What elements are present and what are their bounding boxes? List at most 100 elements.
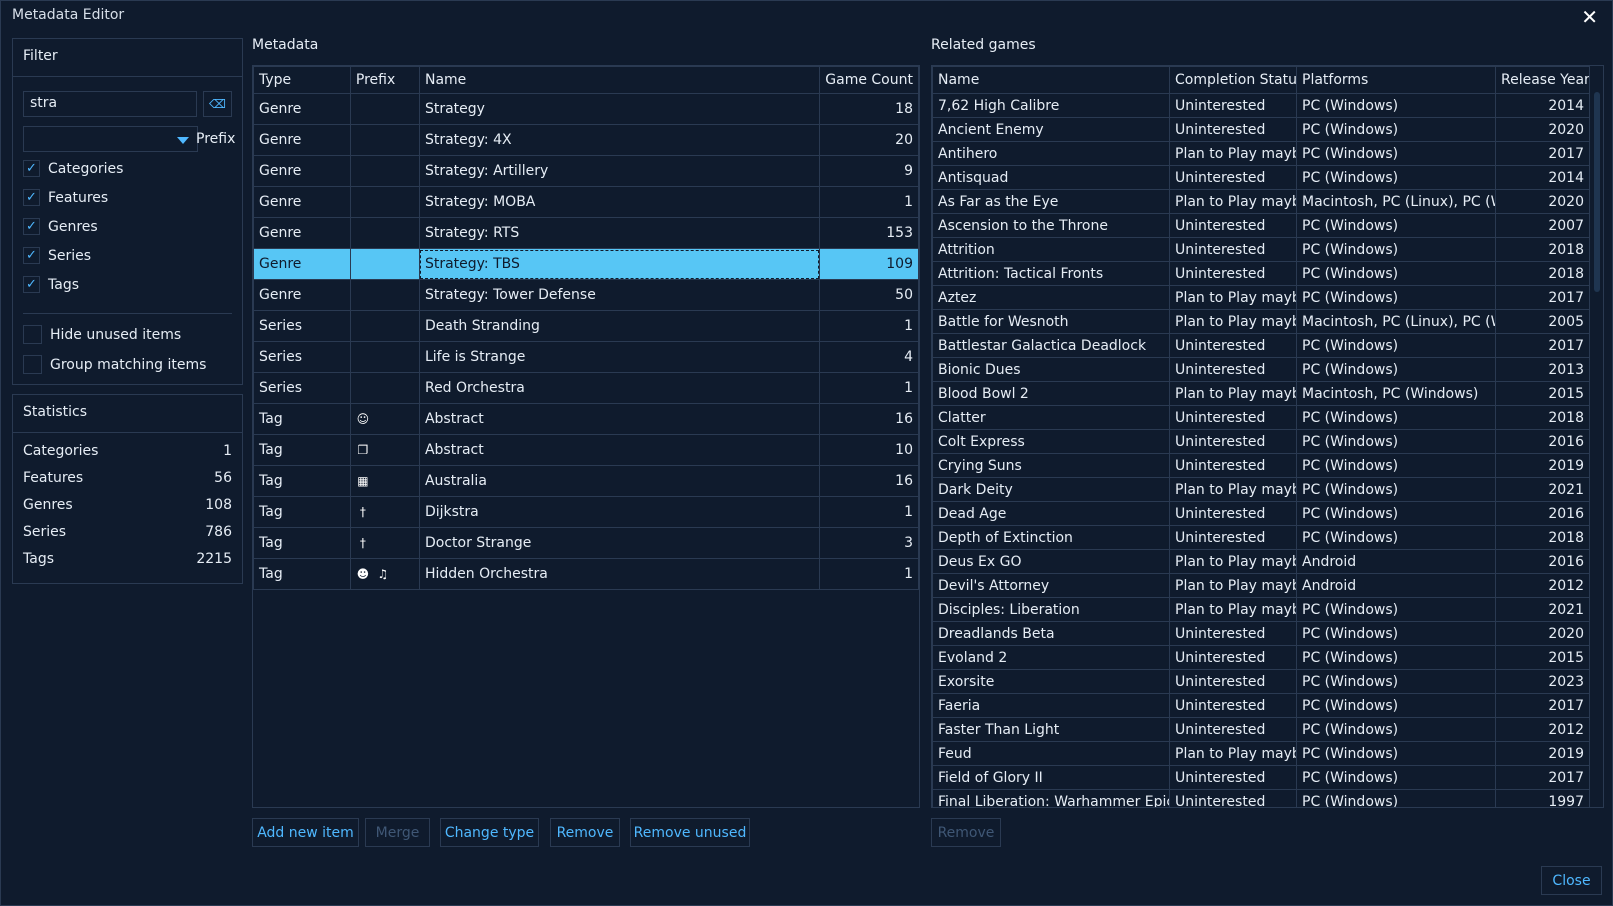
- metadata-row[interactable]: Genre Strategy: Tower Defense 50: [253, 279, 919, 311]
- cell-release-year: 2017: [1495, 333, 1590, 358]
- cell-name: Life is Strange: [418, 341, 821, 373]
- add-new-item-button[interactable]: Add new item: [252, 818, 359, 847]
- column-header-name[interactable]: Name: [932, 66, 1170, 94]
- metadata-row[interactable]: Genre Strategy: MOBA 1: [253, 186, 919, 218]
- related-header-row: Name Completion Status Platforms Release…: [932, 66, 1590, 94]
- column-header-completion-status[interactable]: Completion Status: [1169, 66, 1297, 94]
- checkbox-box: [23, 355, 42, 374]
- cell-release-year: 2017: [1495, 765, 1590, 790]
- cell-type: Tag: [253, 465, 351, 497]
- related-game-row[interactable]: Ascension to the Throne Uninterested PC (W…: [932, 213, 1590, 238]
- related-game-row[interactable]: Crying Suns Uninterested PC (Windows) 2019: [932, 453, 1590, 478]
- related-game-row[interactable]: Ancient Enemy Uninterested PC (Windows) 202…: [932, 117, 1590, 142]
- column-header-platforms[interactable]: Platforms: [1296, 66, 1496, 94]
- related-game-row[interactable]: Dark Deity Plan to Play maybe PC (Windows)…: [932, 477, 1590, 502]
- metadata-row[interactable]: Series Death Stranding 1: [253, 310, 919, 342]
- remove-related-button[interactable]: Remove: [931, 818, 1001, 847]
- related-game-row[interactable]: Antisquad Uninterested PC (Windows) 2014: [932, 165, 1590, 190]
- column-header-game-count[interactable]: Game Count: [819, 66, 919, 94]
- related-game-row[interactable]: Exorsite Uninterested PC (Windows) 2023: [932, 669, 1590, 694]
- cell-release-year: 2017: [1495, 693, 1590, 718]
- cell-completion-status: Uninterested: [1169, 405, 1297, 430]
- cell-type: Tag: [253, 496, 351, 528]
- column-header-prefix[interactable]: Prefix: [349, 66, 420, 94]
- related-game-row[interactable]: Deus Ex GO Plan to Play maybe Android 2016: [932, 549, 1590, 574]
- stat-value: 1: [223, 443, 232, 459]
- related-game-row[interactable]: Dreadlands Beta Uninterested PC (Windows) 2…: [932, 621, 1590, 646]
- metadata-row[interactable]: Tag † Doctor Strange 3: [253, 527, 919, 559]
- metadata-row[interactable]: Genre Strategy 18: [253, 93, 919, 125]
- merge-button[interactable]: Merge: [365, 818, 430, 847]
- metadata-row[interactable]: Series Red Orchestra 1: [253, 372, 919, 404]
- metadata-row[interactable]: Genre Strategy: 4X 20: [253, 124, 919, 156]
- related-game-row[interactable]: As Far as the Eye Plan to Play maybe Macin…: [932, 189, 1590, 214]
- cell-platforms: PC (Windows): [1296, 525, 1496, 550]
- metadata-row[interactable]: Series Life is Strange 4: [253, 341, 919, 373]
- metadata-row[interactable]: Tag ❐ Abstract 10: [253, 434, 919, 466]
- metadata-row[interactable]: Genre Strategy: Artillery 9: [253, 155, 919, 187]
- related-game-row[interactable]: Dead Age Uninterested PC (Windows) 2016: [932, 501, 1590, 526]
- related-game-row[interactable]: Depth of Extinction Uninterested PC (Windo…: [932, 525, 1590, 550]
- related-game-row[interactable]: Faster Than Light Uninterested PC (Windows…: [932, 717, 1590, 742]
- cell-name: Strategy: MOBA: [418, 186, 821, 218]
- cell-prefix: [349, 248, 420, 280]
- cell-name: Death Stranding: [418, 310, 821, 342]
- related-game-row[interactable]: Feud Plan to Play maybe PC (Windows) 2019: [932, 741, 1590, 766]
- checkbox-series[interactable]: ✓ Series: [23, 247, 91, 264]
- cell-type: Genre: [253, 217, 351, 249]
- checkbox-label: Genres: [48, 218, 98, 235]
- related-game-row[interactable]: Colt Express Uninterested PC (Windows) 2016: [932, 429, 1590, 454]
- related-game-row[interactable]: Disciples: Liberation Plan to Play maybe P…: [932, 597, 1590, 622]
- column-header-release-year[interactable]: Release Year: [1495, 66, 1590, 94]
- related-game-row[interactable]: 7,62 High Calibre Uninterested PC (Windows…: [932, 93, 1590, 118]
- change-type-button[interactable]: Change type: [440, 818, 539, 847]
- metadata-row[interactable]: Tag ☻ ♫ Hidden Orchestra 1: [253, 558, 919, 590]
- checkbox-genres[interactable]: ✓ Genres: [23, 218, 98, 235]
- metadata-row[interactable]: Tag ☺ Abstract 16: [253, 403, 919, 435]
- related-game-row[interactable]: Evoland 2 Uninterested PC (Windows) 2015: [932, 645, 1590, 670]
- prefix-dropdown[interactable]: [23, 126, 198, 152]
- related-game-row[interactable]: Battlestar Galactica Deadlock Unintereste…: [932, 333, 1590, 358]
- cell-completion-status: Plan to Play maybe: [1169, 141, 1297, 166]
- metadata-header-row: Type Prefix Name Game Count: [253, 66, 919, 94]
- related-game-row[interactable]: Blood Bowl 2 Plan to Play maybe Macintosh,…: [932, 381, 1590, 406]
- cell-release-year: 2023: [1495, 669, 1590, 694]
- column-header-type[interactable]: Type: [253, 66, 351, 94]
- related-game-row[interactable]: Attrition: Tactical Fronts Uninterested PC…: [932, 261, 1590, 286]
- clear-search-button[interactable]: ⌫: [203, 91, 232, 117]
- close-button[interactable]: Close: [1541, 866, 1602, 895]
- cell-platforms: PC (Windows): [1296, 741, 1496, 766]
- related-game-row[interactable]: Clatter Uninterested PC (Windows) 2018: [932, 405, 1590, 430]
- checkbox-hide-unused[interactable]: Hide unused items: [23, 325, 181, 344]
- checkbox-categories[interactable]: ✓ Categories: [23, 160, 123, 177]
- related-game-row[interactable]: Final Liberation: Warhammer Epic 40Unint…: [932, 789, 1590, 807]
- checkmark-icon: ✓: [23, 218, 40, 235]
- column-header-name[interactable]: Name: [418, 66, 821, 94]
- remove-unused-button[interactable]: Remove unused: [630, 818, 750, 847]
- related-game-row[interactable]: Attrition Uninterested PC (Windows) 2018: [932, 237, 1590, 262]
- close-window-icon[interactable]: ✕: [1581, 5, 1598, 29]
- checkbox-group-matching[interactable]: Group matching items: [23, 355, 206, 374]
- related-game-row[interactable]: Aztez Plan to Play maybe PC (Windows) 2017: [932, 285, 1590, 310]
- cell-game-count: 4: [819, 341, 919, 373]
- related-game-row[interactable]: Antihero Plan to Play maybe PC (Windows) 20…: [932, 141, 1590, 166]
- related-game-row[interactable]: Battle for Wesnoth Plan to Play maybe Maci…: [932, 309, 1590, 334]
- related-game-row[interactable]: Field of Glory II Uninterested PC (Windows…: [932, 765, 1590, 790]
- related-game-row[interactable]: Devil's Attorney Plan to Play maybe Androi…: [932, 573, 1590, 598]
- metadata-row[interactable]: Tag ▦ Australia 16: [253, 465, 919, 497]
- filter-search-input[interactable]: stra: [23, 91, 197, 117]
- cell-name: Colt Express: [932, 429, 1170, 454]
- stat-row-features: Features 56: [23, 470, 232, 486]
- related-game-row[interactable]: Faeria Uninterested PC (Windows) 2017: [932, 693, 1590, 718]
- related-game-row[interactable]: Bionic Dues Uninterested PC (Windows) 2013: [932, 357, 1590, 382]
- checkbox-tags[interactable]: ✓ Tags: [23, 276, 79, 293]
- checkbox-features[interactable]: ✓ Features: [23, 189, 108, 206]
- metadata-row[interactable]: Genre Strategy: TBS 109: [253, 248, 919, 280]
- metadata-row[interactable]: Genre Strategy: RTS 153: [253, 217, 919, 249]
- remove-button[interactable]: Remove: [550, 818, 620, 847]
- filter-panel: Filter stra ⌫ Prefix ✓ Categories ✓ Feat…: [12, 38, 243, 385]
- cell-game-count: 1: [819, 372, 919, 404]
- metadata-row[interactable]: Tag † Dijkstra 1: [253, 496, 919, 528]
- cell-prefix: [349, 310, 420, 342]
- related-scrollbar-thumb[interactable]: [1594, 92, 1600, 292]
